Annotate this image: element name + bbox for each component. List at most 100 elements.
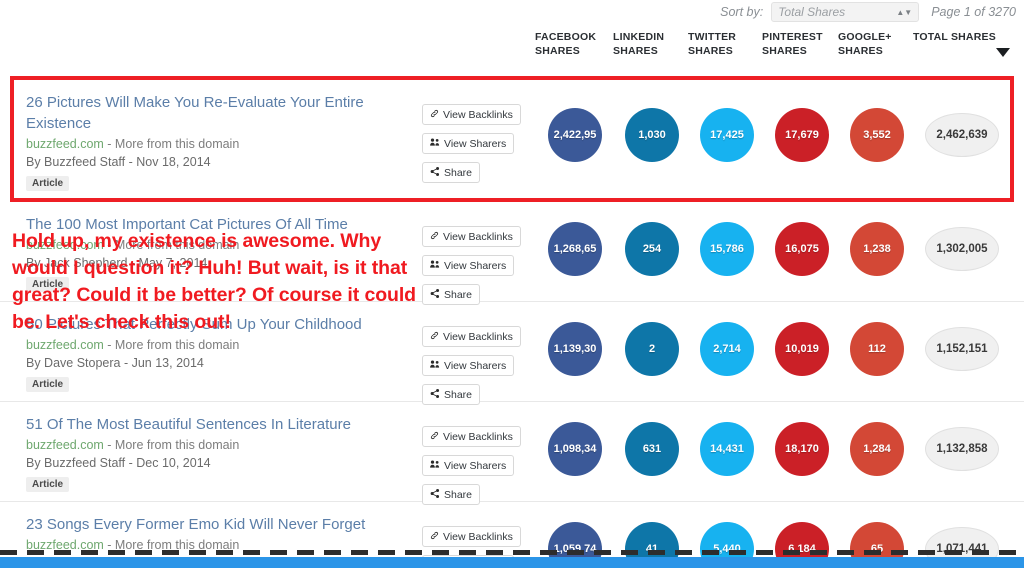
total-shares-bubble[interactable]: 1,302,005: [925, 227, 999, 271]
result-info: 26 Pictures Will Make You Re-Evaluate Yo…: [26, 92, 406, 191]
users-icon: [430, 138, 440, 150]
table-row[interactable]: 26 Pictures Will Make You Re-Evaluate Yo…: [0, 76, 1024, 202]
result-title[interactable]: 51 Of The Most Beautiful Sentences In Li…: [26, 414, 406, 435]
total-shares-bubble[interactable]: 1,132,858: [925, 427, 999, 471]
result-title[interactable]: 23 Songs Every Former Emo Kid Will Never…: [26, 514, 406, 535]
twitter-shares-value: 15,786: [710, 243, 744, 255]
sort-by-label: Sort by:: [720, 5, 764, 19]
horizontal-scrollbar[interactable]: [0, 557, 1024, 568]
facebook-shares-bubble[interactable]: 1,098,34: [548, 422, 602, 476]
column-header-linkedin-shares[interactable]: LINKEDIN SHARES: [613, 30, 664, 58]
view-backlinks-button[interactable]: View Backlinks: [422, 526, 521, 547]
column-header-twitter-shares[interactable]: TWITTER SHARES: [688, 30, 736, 58]
column-header-line1: TOTAL SHARES: [913, 31, 996, 43]
facebook-shares-bubble[interactable]: 1,268,65: [548, 222, 602, 276]
googleplus-shares-bubble[interactable]: 3,552: [850, 108, 904, 162]
page-indicator: Page 1 of 3270: [931, 5, 1016, 19]
pinterest-shares-bubble[interactable]: 16,075: [775, 222, 829, 276]
dashed-divider-annotation: [0, 550, 1024, 555]
row-action-buttons: View Backlinks View Sharers Share: [422, 226, 524, 313]
share-icon: [430, 288, 440, 301]
column-header-line1: TWITTER: [688, 31, 737, 43]
linkedin-shares-bubble[interactable]: 254: [625, 222, 679, 276]
column-header-line1: GOOGLE+: [838, 31, 892, 43]
twitter-shares-bubble[interactable]: 17,425: [700, 108, 754, 162]
googleplus-shares-bubble[interactable]: 1,284: [850, 422, 904, 476]
link-icon: [430, 231, 439, 243]
view-sharers-button[interactable]: View Sharers: [422, 455, 515, 476]
pinterest-shares-value: 10,019: [785, 343, 819, 355]
table-row[interactable]: 51 Of The Most Beautiful Sentences In Li…: [0, 402, 1024, 505]
googleplus-shares-bubble[interactable]: 112: [850, 322, 904, 376]
link-icon: [430, 531, 439, 543]
scrollbar-thumb[interactable]: [552, 557, 664, 568]
column-header-facebook-shares[interactable]: FACEBOOK SHARES: [535, 30, 596, 58]
total-shares-value: 1,302,005: [936, 243, 988, 255]
column-header-line2: SHARES: [535, 45, 580, 57]
result-byline: By Dave Stopera - Jun 13, 2014: [26, 356, 204, 370]
share-label: Share: [444, 488, 473, 501]
twitter-shares-bubble[interactable]: 2,714: [700, 322, 754, 376]
googleplus-shares-value: 112: [868, 343, 886, 355]
total-shares-bubble[interactable]: 1,152,151: [925, 327, 999, 371]
result-domain-line: buzzfeed.com - More from this domain: [26, 337, 406, 354]
linkedin-shares-bubble[interactable]: 1,030: [625, 108, 679, 162]
twitter-shares-bubble[interactable]: 14,431: [700, 422, 754, 476]
column-header-googleplus-shares[interactable]: GOOGLE+ SHARES: [838, 30, 892, 58]
sort-descending-caret-icon[interactable]: [996, 48, 1010, 57]
metric-column-headers: FACEBOOK SHARES LINKEDIN SHARES TWITTER …: [530, 30, 1024, 70]
pinterest-shares-value: 18,170: [785, 443, 819, 455]
facebook-shares-bubble[interactable]: 1,139,30: [548, 322, 602, 376]
view-backlinks-label: View Backlinks: [443, 430, 513, 443]
view-backlinks-label: View Backlinks: [443, 330, 513, 343]
pinterest-shares-bubble[interactable]: 10,019: [775, 322, 829, 376]
result-domain[interactable]: buzzfeed.com: [26, 338, 104, 352]
googleplus-shares-bubble[interactable]: 1,238: [850, 222, 904, 276]
column-header-total-shares[interactable]: TOTAL SHARES: [913, 30, 996, 44]
linkedin-shares-bubble[interactable]: 2: [625, 322, 679, 376]
facebook-shares-bubble[interactable]: 2,422,95: [548, 108, 602, 162]
pinterest-shares-bubble[interactable]: 17,679: [775, 108, 829, 162]
total-shares-bubble[interactable]: 2,462,639: [925, 113, 999, 157]
share-button[interactable]: Share: [422, 162, 481, 183]
result-domain[interactable]: buzzfeed.com: [26, 438, 104, 452]
share-icon: [430, 388, 440, 401]
column-header-pinterest-shares[interactable]: PINTEREST SHARES: [762, 30, 823, 58]
column-header-line1: LINKEDIN: [613, 31, 665, 43]
result-info: 23 Songs Every Former Emo Kid Will Never…: [26, 514, 406, 554]
result-domain-suffix[interactable]: - More from this domain: [104, 338, 239, 352]
share-metrics: 1,268,65 254 15,786 16,075 1,238 1,302,0…: [530, 222, 1024, 282]
result-type-badge: Article: [26, 377, 70, 392]
twitter-shares-value: 17,425: [710, 129, 744, 141]
row-action-buttons: View Backlinks View Sharers Share: [422, 326, 524, 413]
users-icon: [430, 360, 440, 372]
result-domain[interactable]: buzzfeed.com: [26, 137, 104, 151]
linkedin-shares-value: 254: [642, 243, 662, 255]
share-analytics-page: Sort by: Total Shares ▲▼ Page 1 of 3270 …: [0, 0, 1024, 568]
view-sharers-button[interactable]: View Sharers: [422, 255, 515, 276]
share-icon: [430, 488, 440, 501]
share-metrics: 1,098,34 631 14,431 18,170 1,284 1,132,8…: [530, 422, 1024, 482]
twitter-shares-value: 14,431: [710, 443, 744, 455]
view-backlinks-button[interactable]: View Backlinks: [422, 104, 521, 125]
view-backlinks-label: View Backlinks: [443, 230, 513, 243]
column-header-line1: FACEBOOK: [535, 31, 597, 43]
sort-by-select[interactable]: Total Shares ▲▼: [771, 2, 920, 22]
googleplus-shares-value: 1,284: [863, 443, 891, 455]
result-domain-suffix[interactable]: - More from this domain: [104, 137, 239, 151]
view-backlinks-button[interactable]: View Backlinks: [422, 426, 521, 447]
twitter-shares-bubble[interactable]: 15,786: [700, 222, 754, 276]
pinterest-shares-bubble[interactable]: 18,170: [775, 422, 829, 476]
view-sharers-label: View Sharers: [444, 137, 507, 150]
share-metrics: 2,422,95 1,030 17,425 17,679 3,552 2,462…: [530, 108, 1024, 168]
top-toolbar: Sort by: Total Shares ▲▼ Page 1 of 3270: [0, 0, 1024, 24]
view-sharers-button[interactable]: View Sharers: [422, 133, 515, 154]
pinterest-shares-value: 16,075: [785, 243, 819, 255]
view-backlinks-button[interactable]: View Backlinks: [422, 226, 521, 247]
linkedin-shares-bubble[interactable]: 631: [625, 422, 679, 476]
result-domain-suffix[interactable]: - More from this domain: [104, 438, 239, 452]
view-sharers-button[interactable]: View Sharers: [422, 355, 515, 376]
result-byline: By Buzzfeed Staff - Dec 10, 2014: [26, 456, 211, 470]
result-title[interactable]: 26 Pictures Will Make You Re-Evaluate Yo…: [26, 92, 406, 134]
view-backlinks-button[interactable]: View Backlinks: [422, 326, 521, 347]
